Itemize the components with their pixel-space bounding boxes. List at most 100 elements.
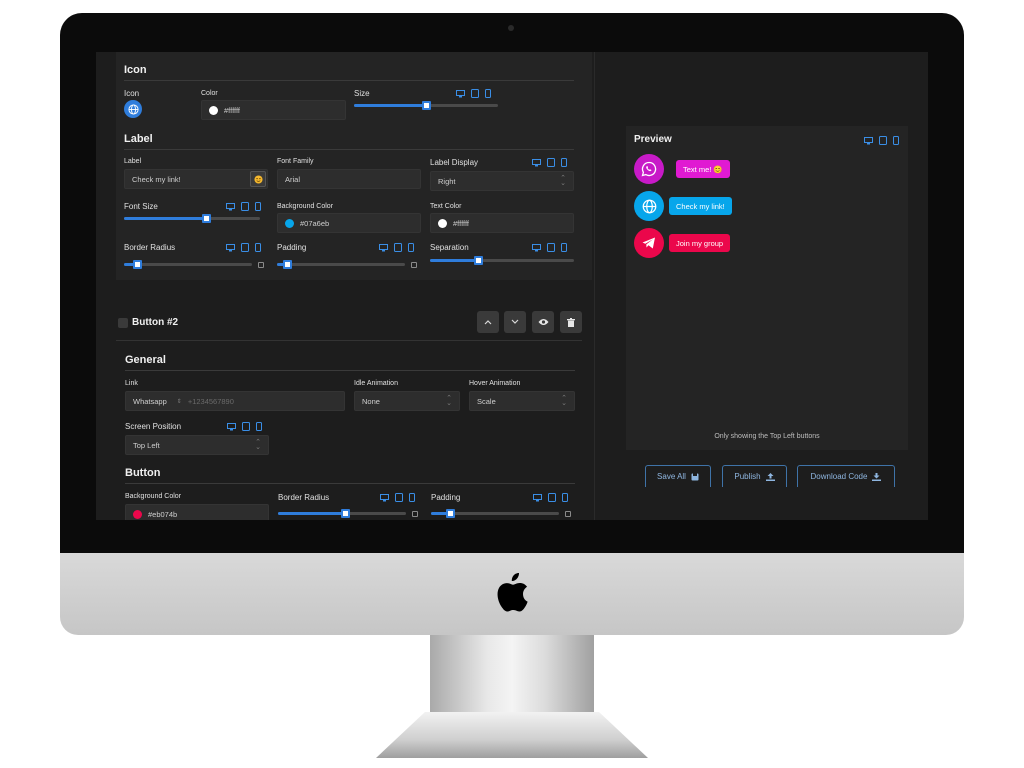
monitor-stand-foot (376, 712, 648, 758)
device-toggle (380, 493, 415, 502)
download-code-button[interactable]: Download Code (797, 465, 895, 487)
desktop-icon[interactable] (226, 243, 235, 252)
save-all-button[interactable]: Save All (645, 465, 711, 487)
desktop-icon[interactable] (227, 422, 236, 431)
select-arrows-icon: ⌃ ⌄ (446, 395, 452, 407)
publish-button[interactable]: Publish (722, 465, 787, 487)
device-toggle (379, 243, 414, 252)
text-color-field[interactable]: #ffffff (430, 213, 574, 233)
tablet-icon[interactable] (879, 136, 887, 145)
select-arrows-icon: ⌃ ⌄ (560, 175, 566, 187)
mobile-icon[interactable] (893, 136, 899, 145)
tablet-icon[interactable] (548, 493, 556, 502)
mobile-icon[interactable] (561, 243, 567, 252)
slider-handle[interactable] (283, 260, 293, 269)
units-icon[interactable] (412, 511, 418, 517)
tablet-icon[interactable] (242, 422, 250, 431)
label-display-select[interactable]: Right ⌃ ⌄ (430, 171, 574, 191)
emoji-picker-button[interactable] (250, 171, 266, 187)
desktop-icon[interactable] (533, 493, 542, 502)
icon-picker-button[interactable] (124, 100, 142, 118)
mobile-icon[interactable] (256, 422, 262, 431)
select-arrows-icon: ⌃ ⌄ (255, 439, 261, 451)
slider-handle[interactable] (446, 509, 456, 518)
label-bg-color-value: #07a6eb (300, 218, 330, 228)
desktop-icon[interactable] (226, 202, 235, 211)
tablet-icon[interactable] (241, 243, 249, 252)
tablet-icon[interactable] (547, 158, 555, 167)
mobile-icon[interactable] (255, 243, 261, 252)
preview-link-button[interactable] (634, 191, 664, 221)
separation-slider[interactable] (430, 256, 574, 265)
toggle-visibility-button[interactable] (532, 311, 554, 333)
button-border-radius-slider[interactable] (278, 509, 406, 518)
mobile-icon[interactable] (409, 493, 415, 502)
separation-label: Separation (430, 243, 469, 252)
button-2-title: Button #2 (132, 317, 179, 328)
tablet-icon[interactable] (471, 89, 479, 98)
preview-telegram-button[interactable] (634, 228, 664, 258)
desktop-icon[interactable] (379, 243, 388, 252)
button-2-checkbox[interactable] (118, 318, 128, 328)
general-section-title: General (125, 354, 166, 366)
slider-handle[interactable] (201, 214, 211, 223)
move-up-button[interactable] (477, 311, 499, 333)
mobile-icon[interactable] (255, 202, 261, 211)
slider-handle[interactable] (340, 509, 350, 518)
select-arrows-icon[interactable]: ⇕ (177, 398, 182, 405)
mobile-icon[interactable] (562, 493, 568, 502)
slider-handle[interactable] (473, 256, 483, 265)
mobile-icon[interactable] (485, 89, 491, 98)
button-section-title: Button (125, 467, 161, 479)
font-family-label: Font Family (277, 158, 314, 165)
device-toggle (226, 243, 261, 252)
tablet-icon[interactable] (547, 243, 555, 252)
link-input[interactable]: Whatsapp ⇕ +1234567890 (125, 391, 345, 411)
idle-animation-value: None (362, 396, 380, 406)
hover-animation-select[interactable]: Scale ⌃ ⌄ (469, 391, 575, 411)
font-size-slider[interactable] (124, 214, 260, 223)
tablet-icon[interactable] (395, 493, 403, 502)
label-bg-color-field[interactable]: #07a6eb (277, 213, 421, 233)
idle-animation-select[interactable]: None ⌃ ⌄ (354, 391, 460, 411)
preview-whatsapp-button[interactable] (634, 154, 664, 184)
desktop-icon[interactable] (456, 89, 465, 98)
device-toggle (533, 493, 568, 502)
mobile-icon[interactable] (561, 158, 567, 167)
units-icon[interactable] (411, 262, 417, 268)
screen: Icon Icon Color #ffffff Size Label Label… (96, 52, 928, 520)
desktop-icon[interactable] (864, 136, 873, 145)
icon-section-title: Icon (124, 64, 147, 76)
desktop-icon[interactable] (532, 158, 541, 167)
units-icon[interactable] (565, 511, 571, 517)
preview-label-1[interactable]: Text me! 😊 (676, 160, 730, 178)
button-padding-slider[interactable] (431, 509, 559, 518)
section-divider (124, 80, 574, 81)
slider-handle[interactable] (422, 101, 431, 110)
button-1-settings-card: Icon Icon Color #ffffff Size Label Label… (116, 52, 592, 280)
units-icon[interactable] (258, 262, 264, 268)
tablet-icon[interactable] (394, 243, 402, 252)
publish-label: Publish (734, 472, 761, 481)
desktop-icon[interactable] (532, 243, 541, 252)
text-color-label: Text Color (430, 203, 462, 210)
size-slider[interactable] (354, 101, 498, 110)
globe-icon (127, 103, 139, 115)
button-bg-color-field[interactable]: #eb074b (125, 504, 269, 520)
preview-label-2[interactable]: Check my link! (669, 197, 732, 215)
slider-handle[interactable] (132, 260, 142, 269)
delete-button[interactable] (560, 311, 582, 333)
font-family-field[interactable]: Arial (277, 169, 421, 189)
desktop-icon[interactable] (380, 493, 389, 502)
tablet-icon[interactable] (241, 202, 249, 211)
mobile-icon[interactable] (408, 243, 414, 252)
icon-color-field[interactable]: #ffffff (201, 100, 346, 120)
preview-label-3[interactable]: Join my group (669, 234, 731, 252)
screen-position-select[interactable]: Top Left ⌃ ⌄ (125, 435, 269, 455)
label-border-radius-slider[interactable] (124, 260, 252, 269)
select-arrows-icon: ⌃ ⌄ (561, 395, 567, 407)
label-padding-slider[interactable] (277, 260, 405, 269)
move-down-button[interactable] (504, 311, 526, 333)
label-text-input[interactable]: Check my link! (124, 169, 268, 189)
device-toggle (226, 202, 261, 211)
